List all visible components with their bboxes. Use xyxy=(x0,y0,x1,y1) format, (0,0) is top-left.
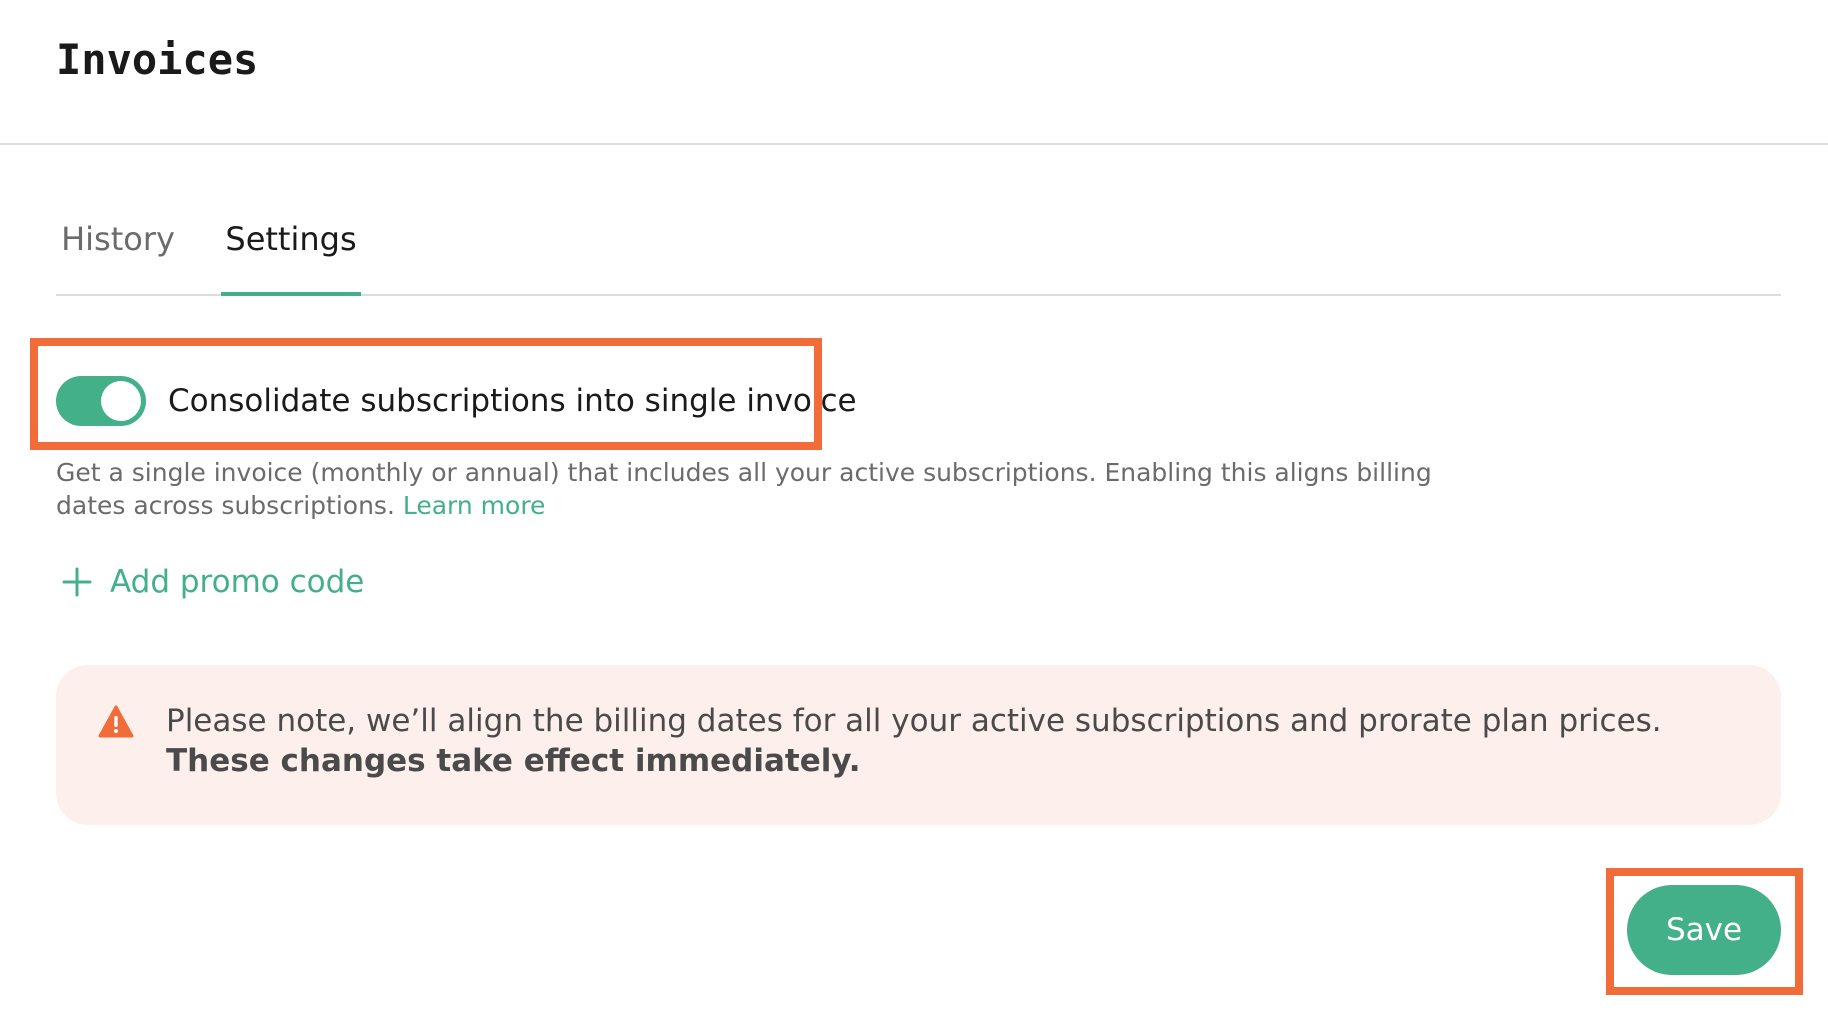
notice-message: Please note, we’ll align the billing dat… xyxy=(166,703,1662,739)
tab-settings[interactable]: Settings xyxy=(221,204,361,296)
tab-bar: History Settings xyxy=(56,204,1781,296)
plus-icon xyxy=(62,567,92,597)
tab-history[interactable]: History xyxy=(56,204,180,294)
consolidate-description: Get a single invoice (monthly or annual)… xyxy=(56,456,1436,522)
add-promo-code-button[interactable]: Add promo code xyxy=(60,560,364,604)
save-highlight-box xyxy=(1606,868,1803,995)
page-title: Invoices xyxy=(56,35,259,84)
notice-text: Please note, we’ll align the billing dat… xyxy=(166,701,1726,781)
warning-icon xyxy=(98,705,134,738)
billing-notice: Please note, we’ll align the billing dat… xyxy=(56,665,1781,825)
toggle-highlight-box xyxy=(30,338,822,450)
page-header: Invoices xyxy=(0,0,1828,145)
invoices-page: Invoices History Settings Consolidate su… xyxy=(0,0,1828,1030)
notice-emphasis: These changes take effect immediately. xyxy=(166,743,861,779)
learn-more-link[interactable]: Learn more xyxy=(403,491,546,520)
add-promo-code-label: Add promo code xyxy=(110,564,365,600)
description-text: Get a single invoice (monthly or annual)… xyxy=(56,458,1432,520)
